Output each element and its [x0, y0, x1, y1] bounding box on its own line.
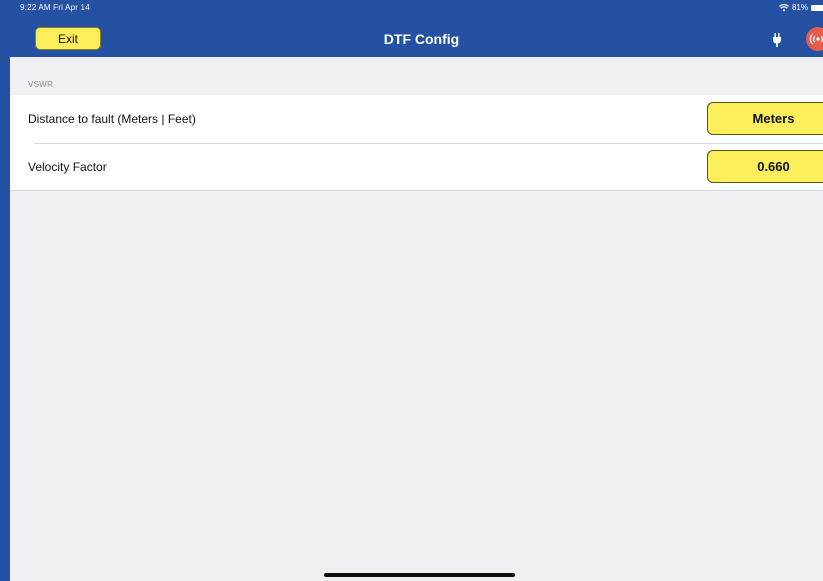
battery-percent: 81% — [791, 3, 808, 12]
velocity-factor-label: Velocity Factor — [28, 160, 107, 174]
distance-to-fault-label: Distance to fault (Meters | Feet) — [28, 112, 196, 126]
distance-unit-button[interactable]: Meters — [707, 102, 823, 135]
status-right: 81% — [778, 3, 823, 12]
navbar: 9:22 AM Fri Apr 14 81% Exit DTF Config — [10, 0, 823, 57]
home-indicator[interactable] — [324, 573, 515, 577]
battery-icon — [811, 4, 823, 11]
velocity-factor-button[interactable]: 0.660 — [707, 150, 823, 183]
page-title: DTF Config — [383, 31, 460, 47]
screen: 9:22 AM Fri Apr 14 81% Exit DTF Config V… — [0, 0, 823, 581]
plug-icon[interactable] — [772, 33, 782, 52]
wifi-icon — [778, 3, 789, 12]
settings-table: Distance to fault (Meters | Feet) Meters… — [10, 95, 823, 191]
signal-broadcast-icon[interactable] — [806, 27, 823, 51]
section-header: VSWR — [28, 80, 54, 89]
distance-to-fault-row: Distance to fault (Meters | Feet) Meters — [10, 95, 823, 143]
velocity-factor-row: Velocity Factor 0.660 — [10, 143, 823, 191]
status-time: 9:22 AM Fri Apr 14 — [20, 3, 90, 12]
